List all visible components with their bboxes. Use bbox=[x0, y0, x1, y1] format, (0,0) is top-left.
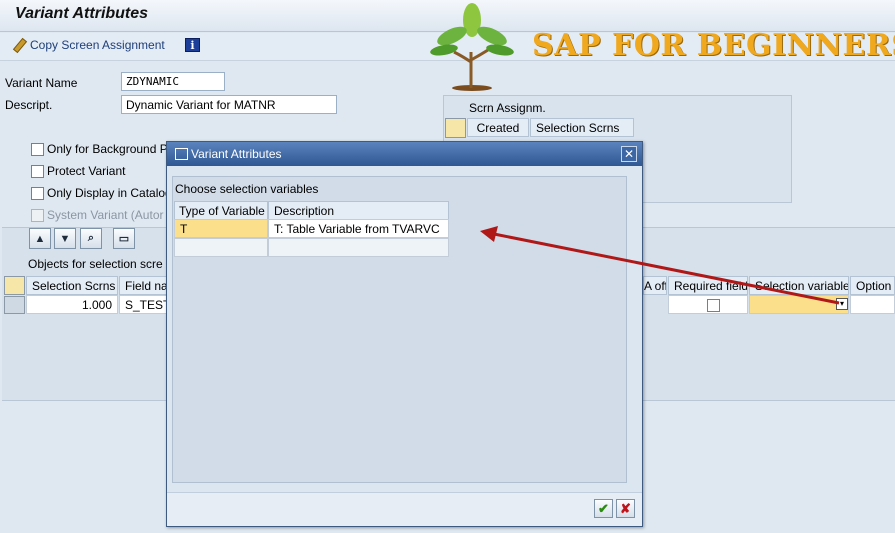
only-display-catalog-option[interactable]: Only Display in Catalog bbox=[31, 186, 172, 200]
dialog-window-icon bbox=[175, 148, 188, 160]
protect-variant-option[interactable]: Protect Variant bbox=[31, 164, 125, 178]
description-field[interactable]: Dynamic Variant for MATNR bbox=[121, 95, 337, 114]
variant-attributes-dialog: Variant Attributes ✕ Choose selection va… bbox=[166, 141, 643, 527]
empty-description-cell bbox=[268, 238, 449, 257]
only-background-checkbox[interactable] bbox=[31, 142, 44, 156]
variable-description-cell[interactable]: T: Table Variable from TVARVC bbox=[268, 219, 449, 238]
confirm-check-icon[interactable]: ✔ bbox=[594, 499, 613, 518]
dialog-title: Variant Attributes bbox=[191, 147, 282, 161]
dialog-heading: Choose selection variables bbox=[175, 182, 319, 196]
cell-option bbox=[850, 295, 895, 314]
select-all-rows-icon[interactable] bbox=[445, 118, 466, 138]
cell-required-field bbox=[668, 295, 748, 314]
cell-field-name: S_TEST bbox=[119, 295, 169, 314]
variant-name-label: Variant Name bbox=[5, 76, 78, 90]
only-background-label: Only for Background P bbox=[47, 142, 168, 156]
pencil-icon bbox=[12, 38, 26, 52]
protect-variant-checkbox[interactable] bbox=[31, 164, 44, 178]
row-selector[interactable] bbox=[4, 296, 25, 314]
table-select-all-icon[interactable] bbox=[4, 276, 25, 295]
column-header-description[interactable]: Description bbox=[268, 201, 449, 220]
page-title: Variant Attributes bbox=[15, 5, 149, 22]
dialog-close-button[interactable]: ✕ bbox=[621, 146, 637, 162]
column-header-option[interactable]: Option bbox=[850, 276, 895, 295]
empty-type-cell bbox=[174, 238, 268, 257]
find-icon[interactable]: ⌕ bbox=[80, 228, 102, 249]
column-header-a-off[interactable]: A off bbox=[643, 276, 667, 295]
variable-type-cell[interactable]: T bbox=[174, 219, 268, 238]
cell-selection-scrns: 1.000 bbox=[26, 295, 118, 314]
system-variant-label: System Variant (Autor bbox=[47, 208, 164, 222]
column-header-selection-scrns[interactable]: Selection Scrns bbox=[530, 118, 634, 137]
copy-screen-assignment-label: Copy Screen Assignment bbox=[30, 38, 165, 52]
logo-text: SAP FOR BEGINNERS bbox=[532, 28, 895, 63]
variant-name-field[interactable]: ZDYNAMIC bbox=[121, 72, 225, 91]
screen-assignment-title: Scrn Assignm. bbox=[469, 101, 546, 115]
print-icon[interactable]: ▭ bbox=[113, 228, 135, 249]
info-icon[interactable]: i bbox=[185, 38, 200, 52]
column-header-created[interactable]: Created bbox=[467, 118, 529, 137]
system-variant-checkbox bbox=[31, 208, 44, 222]
protect-variant-label: Protect Variant bbox=[47, 164, 126, 178]
only-background-option[interactable]: Only for Background P bbox=[31, 142, 168, 156]
column-header-type-of-variable[interactable]: Type of Variable bbox=[174, 201, 268, 220]
value-help-icon[interactable]: ▾ bbox=[836, 298, 848, 310]
column-header-required-field[interactable]: Required field bbox=[668, 276, 748, 295]
cancel-x-icon[interactable]: ✘ bbox=[616, 499, 635, 518]
required-field-checkbox[interactable] bbox=[707, 299, 720, 313]
column-header-selection-scrns-2[interactable]: Selection Scrns bbox=[26, 276, 118, 295]
system-variant-option: System Variant (Autor bbox=[31, 208, 163, 222]
details-icon[interactable]: ▲ bbox=[29, 228, 51, 249]
column-header-selection-variable[interactable]: Selection variable bbox=[749, 276, 849, 295]
selection-variable-field[interactable]: ▾ bbox=[749, 295, 849, 314]
tree-logo-icon bbox=[430, 3, 514, 91]
objects-title: Objects for selection scre bbox=[28, 257, 163, 271]
dialog-footer bbox=[167, 492, 642, 526]
filter-icon[interactable]: ▼ bbox=[54, 228, 76, 249]
column-header-field-name[interactable]: Field nar bbox=[119, 276, 169, 295]
only-display-catalog-checkbox[interactable] bbox=[31, 186, 44, 200]
only-display-catalog-label: Only Display in Catalog bbox=[47, 186, 172, 200]
copy-screen-assignment-button[interactable]: Copy Screen Assignment bbox=[12, 38, 165, 52]
descript-label: Descript. bbox=[5, 98, 53, 112]
